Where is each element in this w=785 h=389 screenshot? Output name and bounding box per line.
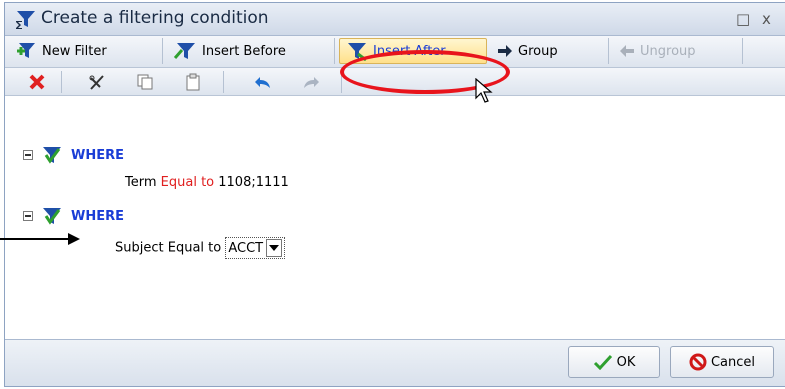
value-select-text: ACCT xyxy=(228,240,264,256)
cancel-label: Cancel xyxy=(710,354,756,370)
condition-field: Subject xyxy=(115,240,164,256)
check-icon xyxy=(593,354,612,370)
where-keyword: WHERE xyxy=(71,147,124,163)
close-button[interactable]: x xyxy=(762,10,771,28)
toolbar-divider xyxy=(223,71,224,93)
paste-icon[interactable] xyxy=(181,71,205,93)
value-select[interactable]: ACCT xyxy=(225,237,286,259)
arrow-right-icon xyxy=(498,45,512,57)
new-filter-button[interactable]: New Filter xyxy=(9,38,163,64)
cancel-button[interactable]: Cancel xyxy=(670,346,774,378)
condition-row-2[interactable]: Subject Equal to ACCT xyxy=(115,237,286,259)
restore-button[interactable]: □ xyxy=(736,10,750,28)
condition-field: Term xyxy=(125,175,157,190)
toolbar-divider xyxy=(61,71,62,93)
new-filter-icon xyxy=(17,43,35,58)
undo-icon[interactable] xyxy=(251,71,275,93)
ok-button[interactable]: OK xyxy=(568,346,660,378)
delete-icon[interactable] xyxy=(25,71,49,93)
dialog-title: Create a filtering condition xyxy=(41,8,269,28)
cancel-icon xyxy=(689,353,707,371)
new-filter-label: New Filter xyxy=(42,43,107,59)
mouse-cursor-icon xyxy=(475,78,493,103)
filter-sigma-icon xyxy=(16,11,35,29)
condition-value[interactable]: 1108;1111 xyxy=(218,175,289,190)
dialog-footer: OK Cancel xyxy=(5,339,785,386)
redo-icon[interactable] xyxy=(299,71,323,93)
chevron-down-icon[interactable] xyxy=(266,239,283,257)
arrow-left-icon xyxy=(620,45,634,57)
where-group-1[interactable]: WHERE xyxy=(23,145,124,165)
condition-row-1[interactable]: Term Equal to 1108;1111 xyxy=(125,175,289,190)
insert-before-icon xyxy=(173,43,195,59)
dialog-titlebar: Create a filtering condition □ x xyxy=(5,3,785,36)
annotation-arrow-icon xyxy=(0,233,80,245)
filter-check-icon xyxy=(43,147,61,164)
ungroup-button[interactable]: Ungroup xyxy=(613,38,743,64)
copy-icon[interactable] xyxy=(133,71,157,93)
insert-before-label: Insert Before xyxy=(202,43,286,59)
insert-before-button[interactable]: Insert Before xyxy=(167,38,335,64)
condition-operator[interactable]: Equal to xyxy=(161,175,214,190)
collapse-toggle[interactable] xyxy=(23,150,33,160)
ok-label: OK xyxy=(616,354,636,370)
where-keyword: WHERE xyxy=(71,208,124,224)
group-label: Group xyxy=(518,43,558,59)
filter-check-icon xyxy=(43,208,61,225)
condition-operator[interactable]: Equal to xyxy=(168,241,221,256)
cut-icon[interactable] xyxy=(85,71,109,93)
where-group-2[interactable]: WHERE xyxy=(23,206,124,226)
group-button[interactable]: Group xyxy=(491,38,609,64)
ungroup-label: Ungroup xyxy=(640,43,696,59)
collapse-toggle[interactable] xyxy=(23,211,33,221)
